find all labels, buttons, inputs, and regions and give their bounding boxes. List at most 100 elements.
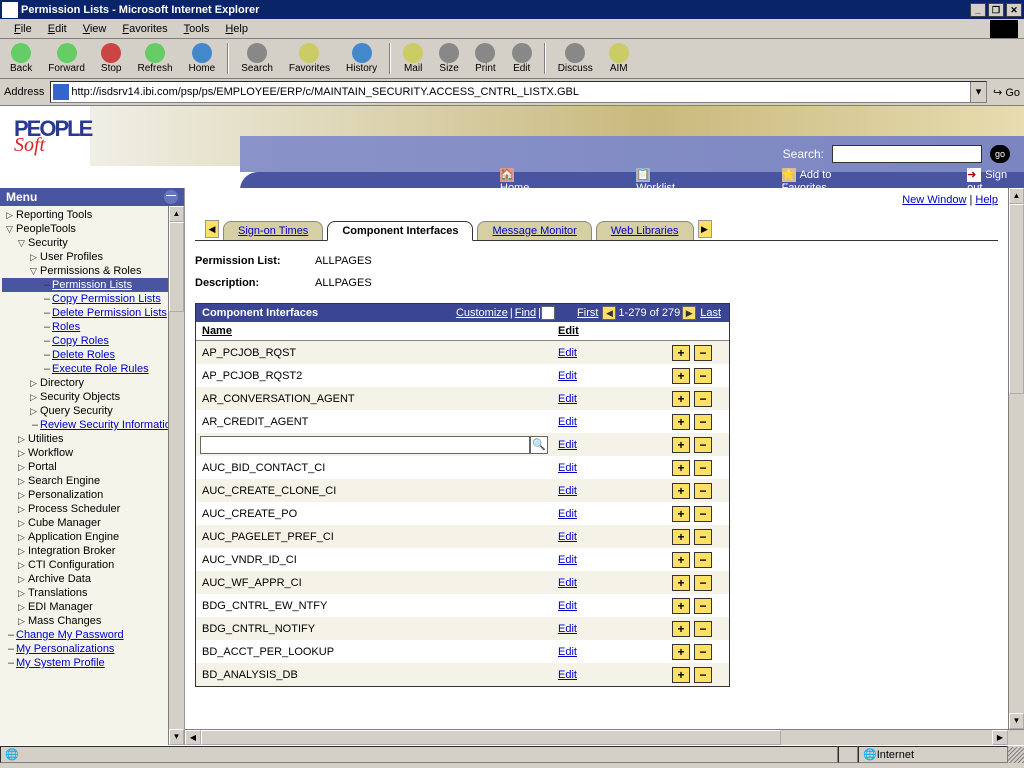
main-vscroll[interactable]: ▲ ▼ — [1008, 188, 1024, 729]
menu-copy-roles[interactable]: –Copy Roles — [2, 334, 168, 348]
expand-icon[interactable] — [30, 377, 40, 389]
delete-row-button[interactable]: − — [694, 345, 712, 361]
menu-edi-manager[interactable]: EDI Manager — [2, 600, 168, 614]
tab-scroll-right[interactable]: ▶ — [698, 220, 712, 238]
menu-delete-permission-lists[interactable]: –Delete Permission Lists — [2, 306, 168, 320]
delete-row-button[interactable]: − — [694, 575, 712, 591]
lookup-icon[interactable]: 🔍 — [530, 436, 548, 454]
edit-link[interactable]: Edit — [558, 577, 577, 589]
grid-next[interactable]: ▶ — [682, 306, 696, 320]
edit-link[interactable]: Edit — [558, 485, 577, 497]
main-hscroll[interactable]: ◀ ▶ — [185, 729, 1024, 745]
tb-search[interactable]: Search — [235, 41, 279, 76]
nav-favorites[interactable]: ⭐Add to Favorites — [782, 168, 878, 188]
menu-security[interactable]: Security — [2, 236, 168, 250]
menu-integration-broker[interactable]: Integration Broker — [2, 544, 168, 558]
menu-copy-permission-lists[interactable]: –Copy Permission Lists — [2, 292, 168, 306]
col-name[interactable]: Name — [196, 322, 552, 340]
ps-search-go[interactable]: go — [990, 145, 1010, 163]
maximize-button[interactable]: ❐ — [988, 3, 1004, 17]
col-edit[interactable]: Edit — [552, 322, 672, 340]
expand-icon[interactable] — [18, 559, 28, 571]
menu-my-personalizations[interactable]: –My Personalizations — [2, 642, 168, 656]
minimize-button[interactable]: _ — [970, 3, 986, 17]
delete-row-button[interactable]: − — [694, 391, 712, 407]
add-row-button[interactable]: + — [672, 621, 690, 637]
expand-icon[interactable] — [6, 223, 16, 235]
menu-application-engine[interactable]: Application Engine — [2, 530, 168, 544]
delete-row-button[interactable]: − — [694, 552, 712, 568]
edit-link[interactable]: Edit — [558, 439, 577, 451]
nav-signout[interactable]: ➜Sign out — [967, 168, 1024, 188]
menu-minimize[interactable]: — — [164, 190, 178, 204]
tb-mail[interactable]: Mail — [397, 41, 429, 76]
grid-first[interactable]: First — [577, 307, 598, 319]
nav-home[interactable]: 🏠Home — [500, 168, 546, 188]
scroll-down[interactable]: ▼ — [169, 729, 184, 745]
address-dropdown[interactable]: ▾ — [970, 82, 986, 102]
delete-row-button[interactable]: − — [694, 598, 712, 614]
scroll-up[interactable]: ▲ — [169, 206, 184, 222]
menu-portal[interactable]: Portal — [2, 460, 168, 474]
expand-icon[interactable] — [18, 531, 28, 543]
expand-icon[interactable] — [30, 251, 40, 263]
delete-row-button[interactable]: − — [694, 667, 712, 683]
menu-translations[interactable]: Translations — [2, 586, 168, 600]
tab-sign-on-times[interactable]: Sign-on Times — [223, 221, 323, 240]
ps-search-input[interactable] — [832, 145, 982, 163]
expand-icon[interactable] — [18, 447, 28, 459]
menu-archive-data[interactable]: Archive Data — [2, 572, 168, 586]
menu-utilities[interactable]: Utilities — [2, 432, 168, 446]
menu-permission-lists[interactable]: –Permission Lists — [2, 278, 168, 292]
tb-edit[interactable]: Edit — [506, 41, 538, 76]
resize-grip[interactable] — [1008, 747, 1024, 763]
menu-tools[interactable]: Tools — [176, 21, 218, 37]
edit-link[interactable]: Edit — [558, 600, 577, 612]
menu-user-profiles[interactable]: User Profiles — [2, 250, 168, 264]
menu-workflow[interactable]: Workflow — [2, 446, 168, 460]
expand-icon[interactable] — [6, 209, 16, 221]
grid-prev[interactable]: ◀ — [602, 306, 616, 320]
add-row-button[interactable]: + — [672, 644, 690, 660]
go-button[interactable]: ↪ Go — [993, 86, 1020, 99]
expand-icon[interactable] — [18, 475, 28, 487]
menu-view[interactable]: View — [75, 21, 115, 37]
add-row-button[interactable]: + — [672, 460, 690, 476]
menu-cti-configuration[interactable]: CTI Configuration — [2, 558, 168, 572]
menu-permissions-roles[interactable]: Permissions & Roles — [2, 264, 168, 278]
delete-row-button[interactable]: − — [694, 414, 712, 430]
new-window-link[interactable]: New Window — [902, 194, 966, 206]
add-row-button[interactable]: + — [672, 506, 690, 522]
tb-discuss[interactable]: Discuss — [552, 41, 599, 76]
tb-home[interactable]: Home — [183, 41, 222, 76]
delete-row-button[interactable]: − — [694, 621, 712, 637]
add-row-button[interactable]: + — [672, 345, 690, 361]
tb-aim[interactable]: AIM — [603, 41, 635, 76]
edit-link[interactable]: Edit — [558, 416, 577, 428]
menu-review-security-information[interactable]: –Review Security Information — [2, 418, 168, 432]
menu-mass-changes[interactable]: Mass Changes — [2, 614, 168, 628]
menu-delete-roles[interactable]: –Delete Roles — [2, 348, 168, 362]
menu-roles[interactable]: –Roles — [2, 320, 168, 334]
edit-link[interactable]: Edit — [558, 669, 577, 681]
edit-link[interactable]: Edit — [558, 623, 577, 635]
menu-security-objects[interactable]: Security Objects — [2, 390, 168, 404]
tab-scroll-left[interactable]: ◀ — [205, 220, 219, 238]
expand-icon[interactable] — [30, 391, 40, 403]
menu-favorites[interactable]: Favorites — [114, 21, 175, 37]
add-row-button[interactable]: + — [672, 437, 690, 453]
expand-icon[interactable] — [18, 517, 28, 529]
expand-icon[interactable] — [18, 573, 28, 585]
menu-reporting-tools[interactable]: Reporting Tools — [2, 208, 168, 222]
tb-forward[interactable]: Forward — [42, 41, 91, 76]
menu-process-scheduler[interactable]: Process Scheduler — [2, 502, 168, 516]
address-input[interactable] — [71, 86, 970, 98]
delete-row-button[interactable]: − — [694, 483, 712, 499]
menu-query-security[interactable]: Query Security — [2, 404, 168, 418]
expand-icon[interactable] — [18, 615, 28, 627]
grid-viewall-icon[interactable]: ▦ — [541, 306, 555, 320]
tb-favorites[interactable]: Favorites — [283, 41, 336, 76]
edit-link[interactable]: Edit — [558, 554, 577, 566]
nav-worklist[interactable]: 📋Worklist — [636, 168, 691, 188]
add-row-button[interactable]: + — [672, 598, 690, 614]
